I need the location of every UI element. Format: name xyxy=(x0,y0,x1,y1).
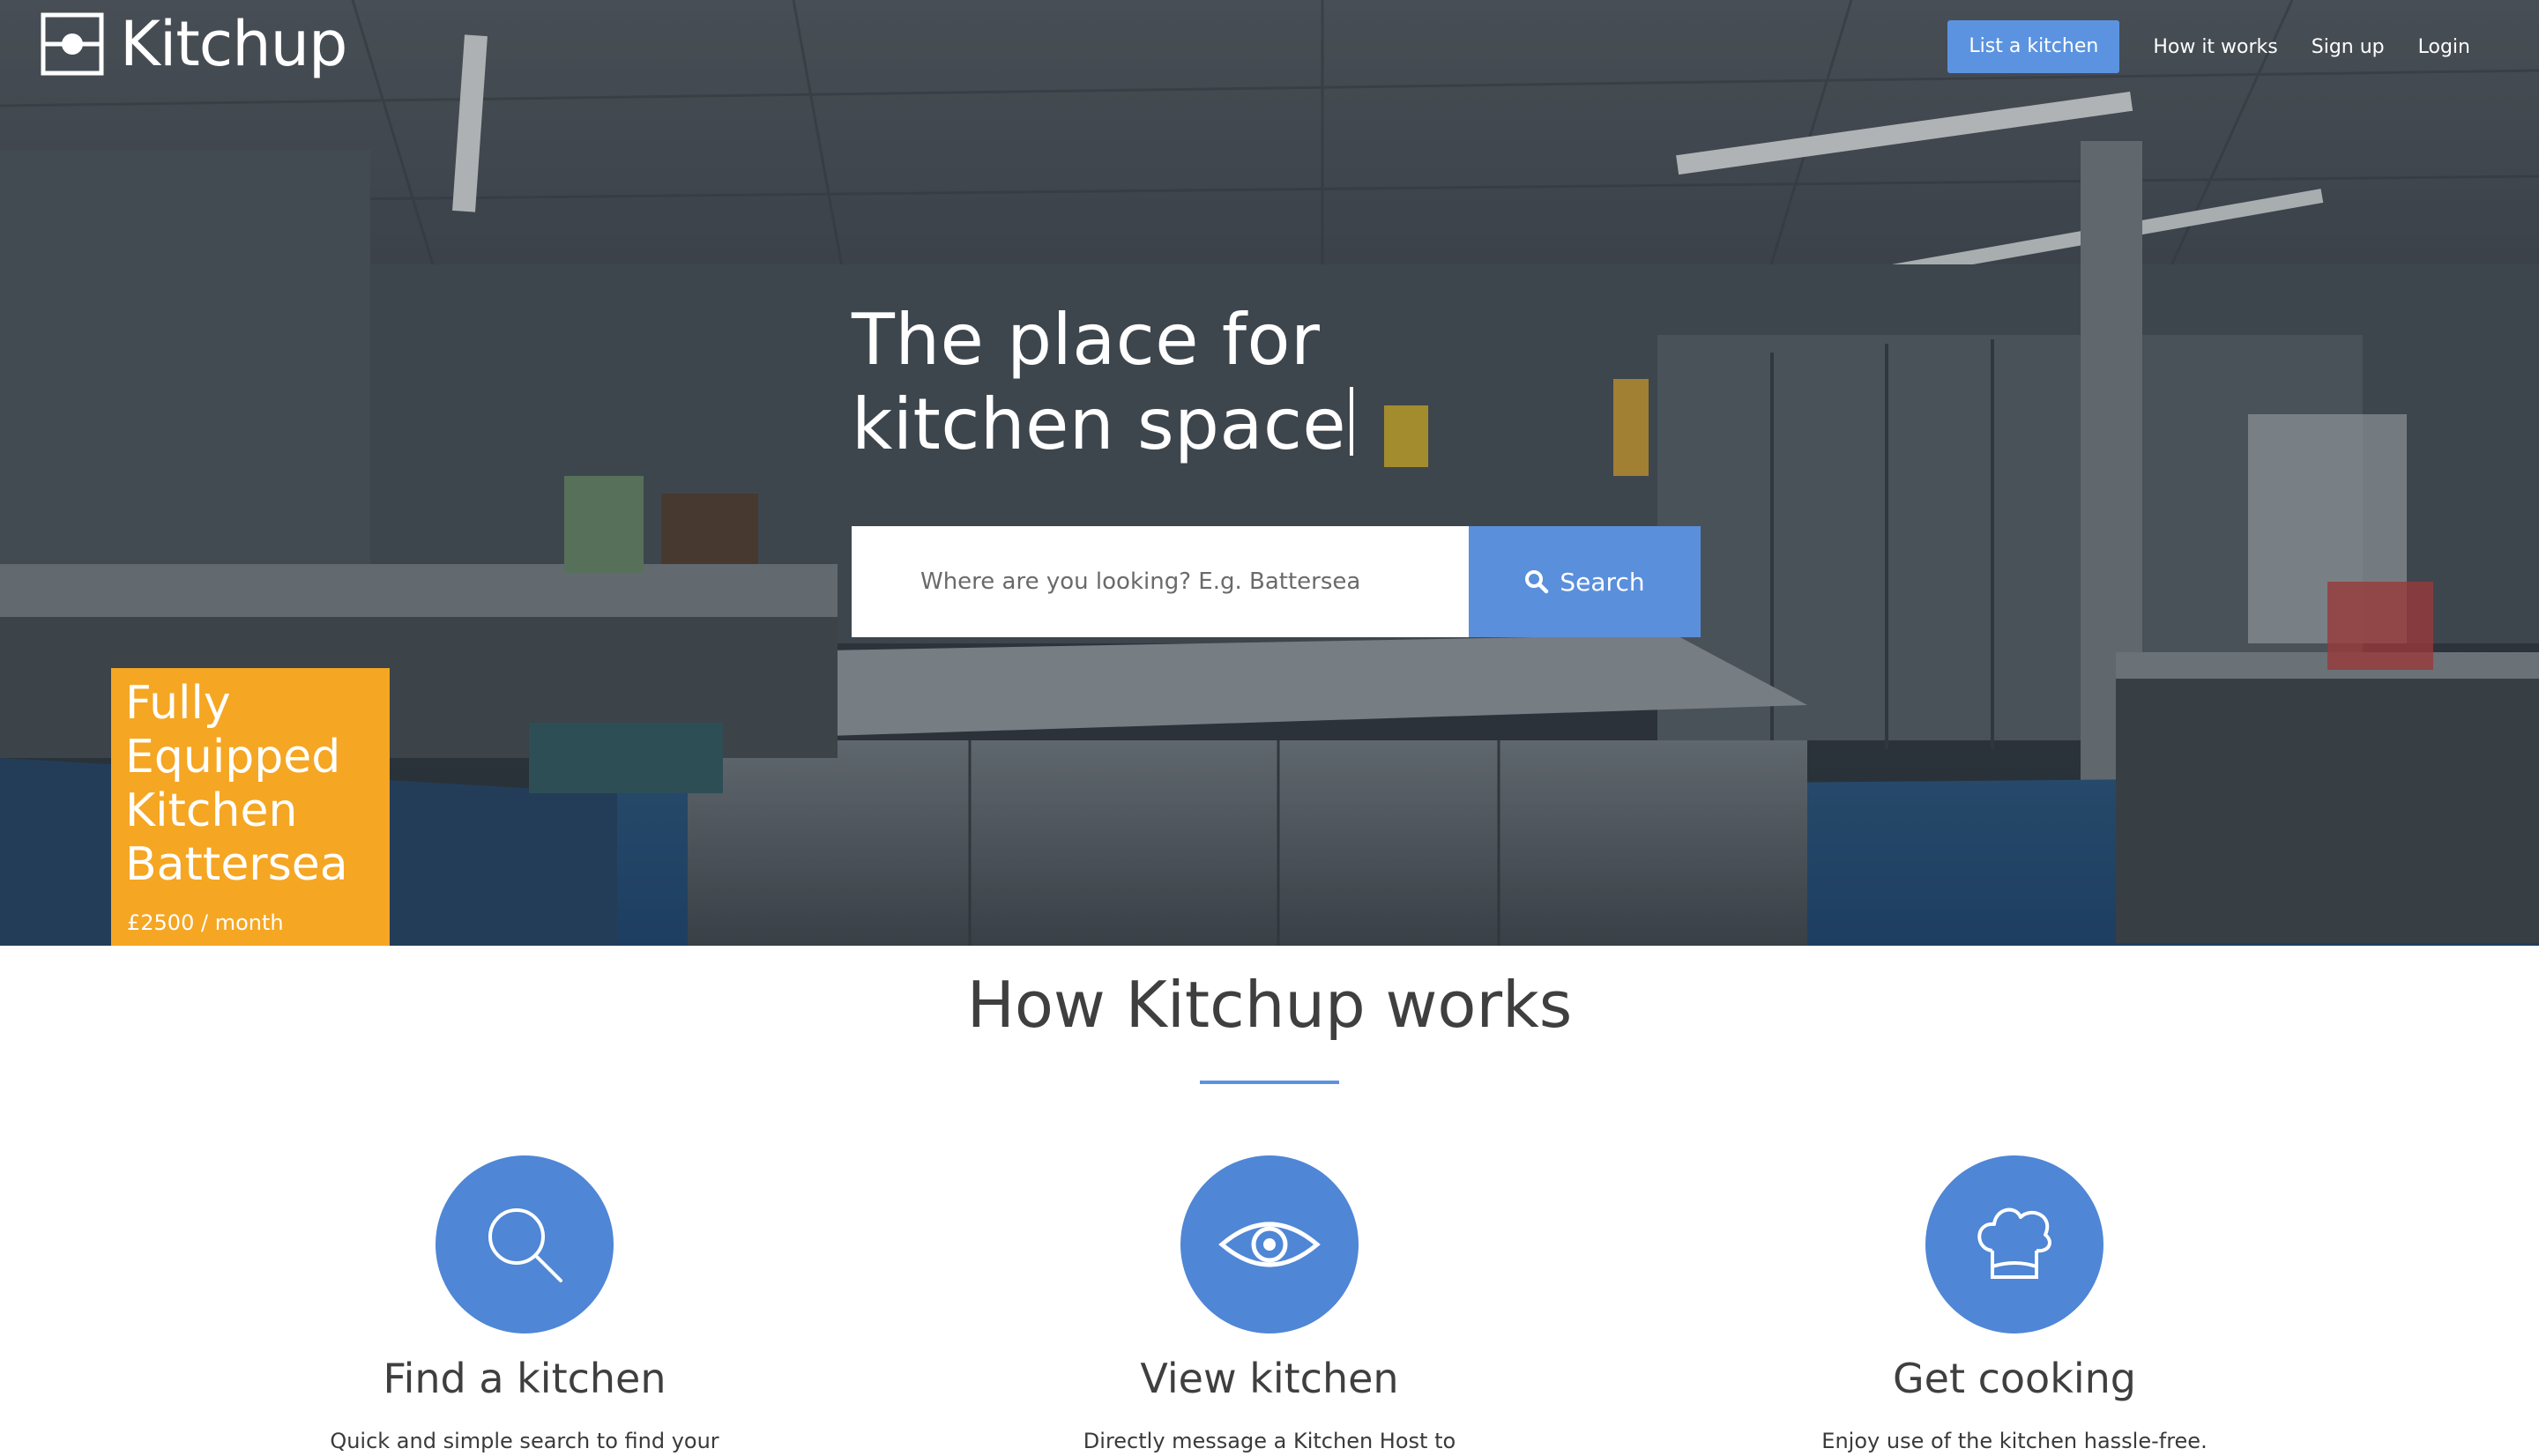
hero-section: Kitchup List a kitchen How it works Sign… xyxy=(0,0,2539,946)
listing-title-line: Kitchen xyxy=(125,784,298,837)
step-description: Enjoy use of the kitchen hassle-free. xyxy=(1821,1429,2208,1453)
magnifier-icon xyxy=(436,1155,614,1333)
featured-listing-card[interactable]: Fully Equipped Kitchen Battersea £2500 /… xyxy=(111,668,390,946)
step-description: Directly message a Kitchen Host to xyxy=(1083,1429,1456,1453)
brand-logo[interactable]: Kitchup xyxy=(41,8,347,80)
section-divider xyxy=(1200,1081,1339,1084)
step-title: Find a kitchen xyxy=(383,1355,666,1402)
listing-price: £2500 / month xyxy=(127,910,284,935)
step-view-kitchen: View kitchen Directly message a Kitchen … xyxy=(961,1155,1578,1453)
step-find-kitchen: Find a kitchen Quick and simple search t… xyxy=(216,1155,833,1453)
step-title: View kitchen xyxy=(1140,1355,1399,1402)
search-button-label: Search xyxy=(1560,567,1645,597)
listing-title-line: Equipped xyxy=(125,731,341,784)
search-button[interactable]: Search xyxy=(1469,526,1701,637)
listing-title-line: Battersea xyxy=(125,838,348,891)
hero-headline: The place for kitchen space xyxy=(852,298,1354,467)
logo-text: Kitchup xyxy=(120,8,347,80)
eye-icon xyxy=(1180,1155,1359,1333)
step-title: Get cooking xyxy=(1893,1355,2136,1402)
search-icon xyxy=(1525,570,1549,594)
step-description: Quick and simple search to find your xyxy=(330,1429,719,1453)
typing-cursor xyxy=(1350,387,1354,456)
listing-title-line: Fully xyxy=(125,677,231,730)
headline-line-2: kitchen space xyxy=(852,383,1347,465)
listing-title: Fully Equipped Kitchen Battersea xyxy=(125,677,376,892)
list-kitchen-button[interactable]: List a kitchen xyxy=(1947,20,2120,73)
how-it-works-title: How Kitchup works xyxy=(966,968,1573,1042)
search-bar: Search xyxy=(852,526,1701,637)
nav-link-how-it-works[interactable]: How it works xyxy=(2153,36,2277,58)
location-search-input[interactable] xyxy=(852,526,1469,637)
nav-link-sign-up[interactable]: Sign up xyxy=(2312,36,2385,58)
chef-hat-icon xyxy=(1925,1155,2103,1333)
logo-icon xyxy=(41,12,104,76)
step-get-cooking: Get cooking Enjoy use of the kitchen has… xyxy=(1706,1155,2323,1453)
nav-link-login[interactable]: Login xyxy=(2418,36,2470,58)
headline-line-1: The place for xyxy=(852,299,1321,381)
top-nav: List a kitchen How it works Sign up Logi… xyxy=(1947,20,2470,73)
